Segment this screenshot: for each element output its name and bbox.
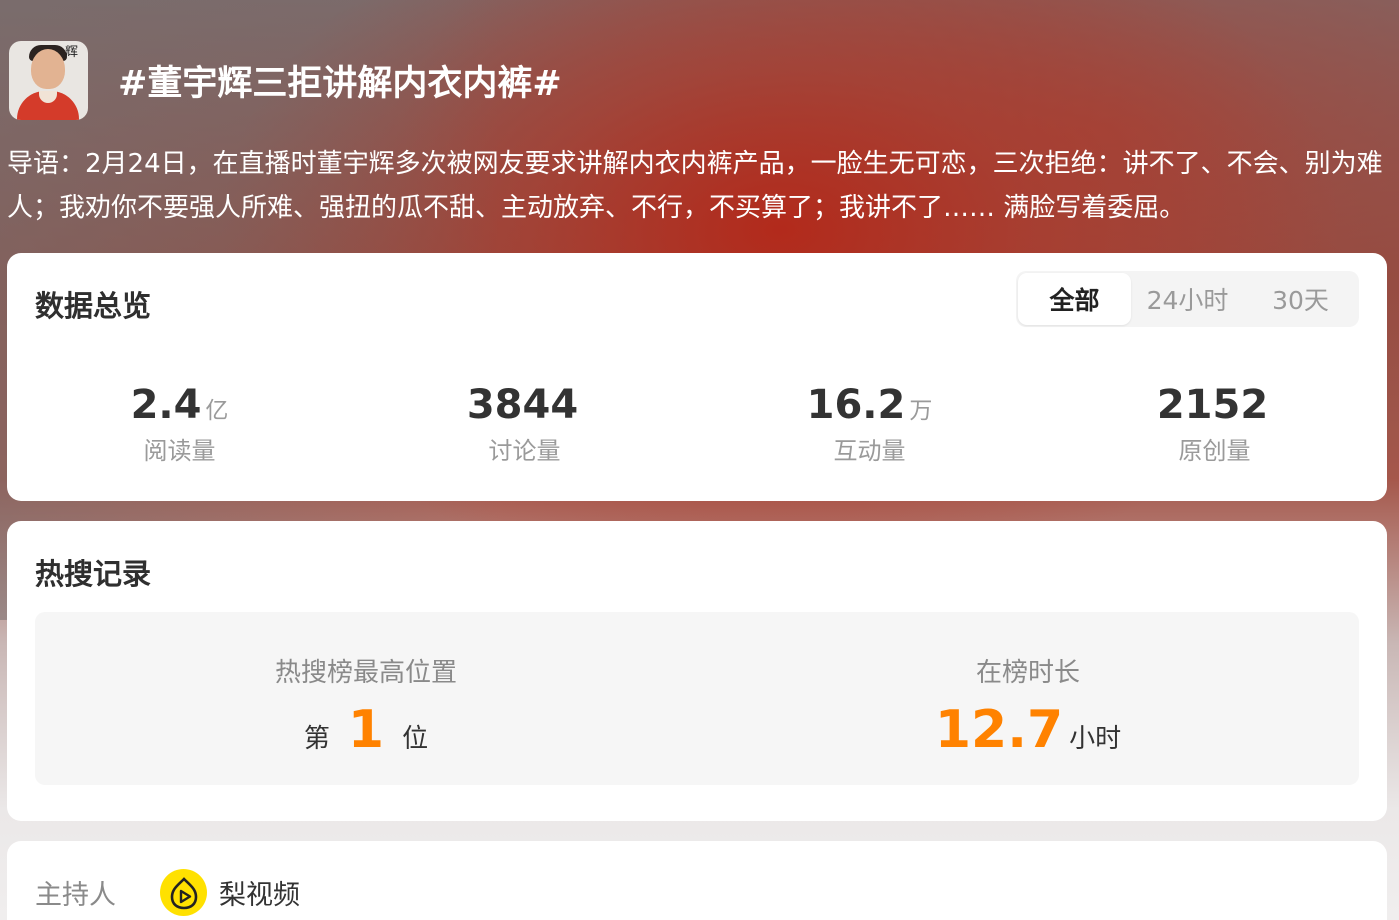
tab-24h[interactable]: 24小时 — [1131, 273, 1244, 325]
peak-position-value: 1 — [347, 700, 385, 760]
host-card: 主持人 梨视频 — [7, 841, 1387, 920]
topic-avatar[interactable]: 辉 — [9, 40, 88, 120]
stats-row: 2.4 亿 阅读量 3844 讨论量 16.2 万 互动量 2152 原创量 — [7, 379, 1387, 466]
stat-reads-label: 阅读量 — [143, 437, 216, 465]
peak-position-label: 热搜榜最高位置 — [274, 658, 457, 688]
data-overview-card: 数据总览 全部 24小时 30天 2.4 亿 阅读量 3844 讨论量 16.2… — [7, 253, 1387, 501]
host-name[interactable]: 梨视频 — [219, 873, 300, 912]
host-row: 主持人 梨视频 — [35, 869, 300, 916]
list-duration-value: 12.7 — [934, 700, 1064, 760]
stat-interactions-label: 互动量 — [833, 437, 906, 465]
hot-search-title: 热搜记录 — [35, 557, 152, 591]
tab-30d[interactable]: 30天 — [1244, 273, 1357, 325]
stat-originals-label: 原创量 — [1178, 437, 1251, 465]
time-range-tabs: 全部 24小时 30天 — [1016, 271, 1359, 327]
stat-discussions-label: 讨论量 — [488, 437, 561, 465]
tab-all[interactable]: 全部 — [1018, 273, 1131, 325]
stat-discussions: 3844 讨论量 — [352, 379, 697, 466]
peak-position-prefix: 第 — [303, 724, 330, 754]
hot-search-box: 热搜榜最高位置 第 1 位 在榜时长 12.7 小时 — [35, 612, 1359, 785]
peak-position-suffix: 位 — [402, 724, 429, 754]
avatar-calligraphy: 辉 — [65, 44, 79, 60]
peak-position: 热搜榜最高位置 第 1 位 — [35, 612, 697, 785]
topic-title: #董宇辉三拒讲解内衣内裤# — [118, 63, 562, 104]
stat-reads-unit: 亿 — [205, 398, 229, 424]
stat-reads-value: 2.4 — [130, 382, 202, 428]
topic-intro: 导语：2月24日，在直播时董宇辉多次被网友要求讲解内衣内裤产品，一脸生无可恋，三… — [7, 149, 1383, 223]
hot-search-card: 热搜记录 热搜榜最高位置 第 1 位 在榜时长 12.7 小时 — [7, 521, 1387, 821]
topic-header: 辉 #董宇辉三拒讲解内衣内裤# — [9, 40, 562, 120]
list-duration-label: 在榜时长 — [975, 658, 1080, 688]
stat-originals-value: 2152 — [1156, 382, 1269, 428]
list-duration: 在榜时长 12.7 小时 — [697, 612, 1359, 785]
data-overview-title: 数据总览 — [35, 289, 152, 323]
list-duration-unit: 小时 — [1069, 724, 1122, 754]
stat-reads: 2.4 亿 阅读量 — [7, 379, 352, 466]
host-label: 主持人 — [35, 880, 116, 911]
stat-originals: 2152 原创量 — [1042, 379, 1387, 466]
stat-discussions-value: 3844 — [466, 382, 579, 428]
pear-video-logo-icon[interactable] — [160, 869, 207, 916]
stat-interactions: 16.2 万 互动量 — [697, 379, 1042, 466]
avatar-face — [31, 48, 65, 89]
stat-interactions-unit: 万 — [909, 398, 933, 424]
stat-interactions-value: 16.2 — [806, 382, 906, 428]
